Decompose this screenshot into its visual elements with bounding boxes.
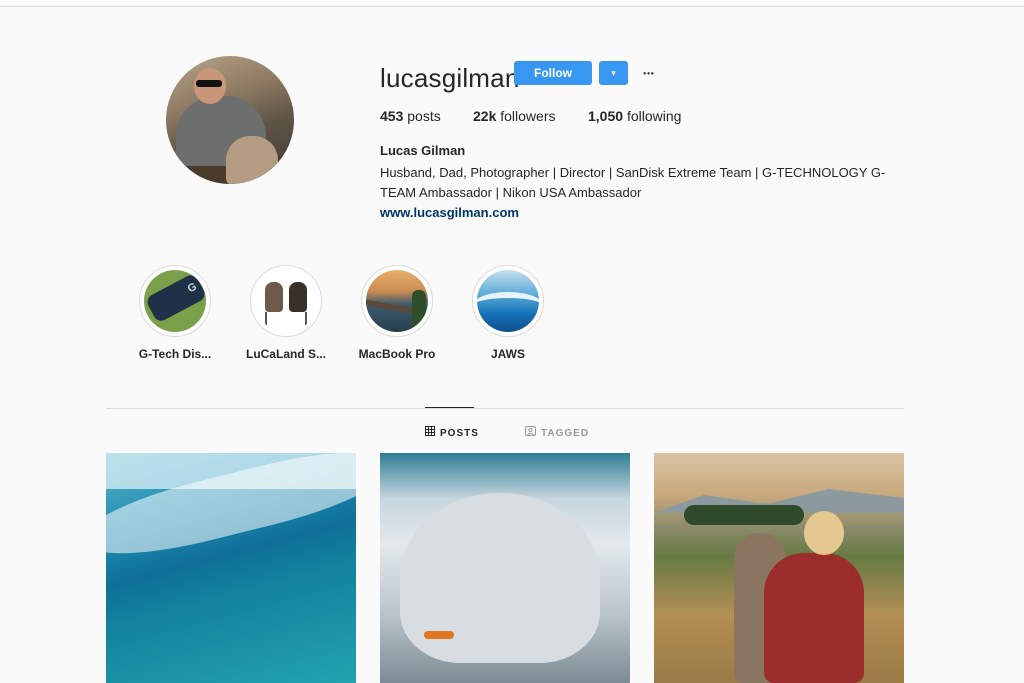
highlight-thumbnail: G — [144, 270, 206, 332]
more-options-button[interactable]: ••• — [638, 60, 660, 84]
highlight-label: MacBook Pro — [358, 347, 436, 361]
tab-posts[interactable]: POSTS — [425, 426, 479, 439]
highlight-ring — [361, 265, 433, 337]
stat-followers[interactable]: 22k followers — [473, 108, 556, 124]
chevron-down-icon: ▾ — [611, 68, 616, 78]
highlight-ring — [472, 265, 544, 337]
profile-website-link[interactable]: www.lucasgilman.com — [380, 205, 519, 220]
post-thumbnail-hillside-dog[interactable] — [654, 453, 904, 683]
highlight-thumbnail — [477, 270, 539, 332]
highlight-ring: G — [139, 265, 211, 337]
profile-username: lucasgilman — [380, 63, 520, 93]
top-divider — [0, 6, 1024, 7]
highlight-label: G-Tech Dis... — [138, 347, 212, 361]
tab-tagged[interactable]: TAGGED — [525, 426, 589, 439]
stat-posts: 453 posts — [380, 108, 441, 124]
highlight-jaws[interactable]: JAWS — [453, 265, 563, 361]
highlight-lucaland[interactable]: LuCaLand S... — [231, 265, 341, 361]
profile-bio: Husband, Dad, Photographer | Director | … — [380, 165, 886, 200]
stat-following[interactable]: 1,050 following — [588, 108, 681, 124]
grid-icon — [425, 426, 435, 439]
highlight-thumbnail — [366, 270, 428, 332]
highlight-ring — [250, 265, 322, 337]
highlight-thumbnail — [255, 270, 317, 332]
tabs-divider — [106, 408, 904, 409]
follow-button[interactable]: Follow — [514, 61, 592, 85]
highlight-macbook-pro[interactable]: MacBook Pro — [342, 265, 452, 361]
highlight-label: LuCaLand S... — [245, 347, 326, 361]
suggested-dropdown-button[interactable]: ▾ — [599, 61, 628, 85]
highlight-label: JAWS — [490, 347, 525, 361]
profile-full-name: Lucas Gilman — [380, 143, 466, 158]
active-tab-indicator — [425, 407, 474, 408]
profile-avatar[interactable] — [166, 56, 294, 184]
tagged-icon — [525, 426, 536, 439]
highlight-gtech[interactable]: G G-Tech Dis... — [120, 265, 230, 361]
post-thumbnail-waterfall-kayak[interactable] — [380, 453, 630, 683]
more-options-icon: ••• — [643, 69, 655, 78]
post-thumbnail-surf-aerial[interactable] — [106, 453, 356, 683]
